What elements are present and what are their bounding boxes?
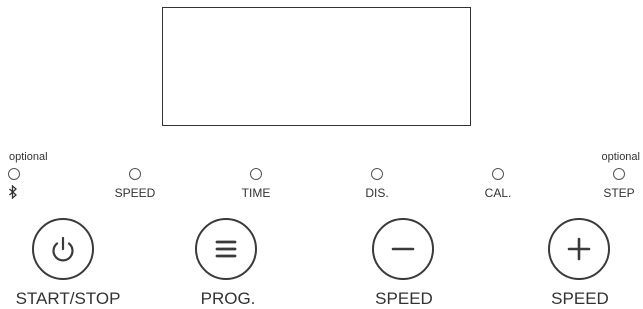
indicator-led-calories [492,168,504,180]
indicator-label-time: TIME [241,186,271,200]
power-icon [52,236,74,262]
indicator-label-calories: CAL. [484,186,512,200]
speed-down-label: SPEED [375,289,433,308]
indicator-led-time [250,168,262,180]
indicator-label-distance: DIS. [365,186,389,200]
speed-up-button[interactable] [548,218,610,280]
bluetooth-icon [9,185,17,199]
indicator-led-distance [371,168,383,180]
indicator-label-step: STEP [603,186,635,200]
minus-icon [391,247,415,251]
speed-down-button[interactable] [372,218,434,280]
program-button[interactable] [195,218,257,280]
speed-up-label: SPEED [551,289,609,308]
indicator-led-speed [129,168,141,180]
menu-icon [215,240,237,258]
optional-label-step: optional [601,151,640,163]
start-stop-label: START/STOP [15,289,121,308]
optional-label-bluetooth: optional [9,151,48,163]
plus-icon [567,237,591,261]
indicator-led-step [613,168,625,180]
start-stop-button[interactable] [32,218,94,280]
indicator-led-bluetooth [8,168,20,180]
program-label: PROG. [200,289,256,308]
indicator-label-speed: SPEED [114,186,156,200]
display-window [162,7,471,126]
